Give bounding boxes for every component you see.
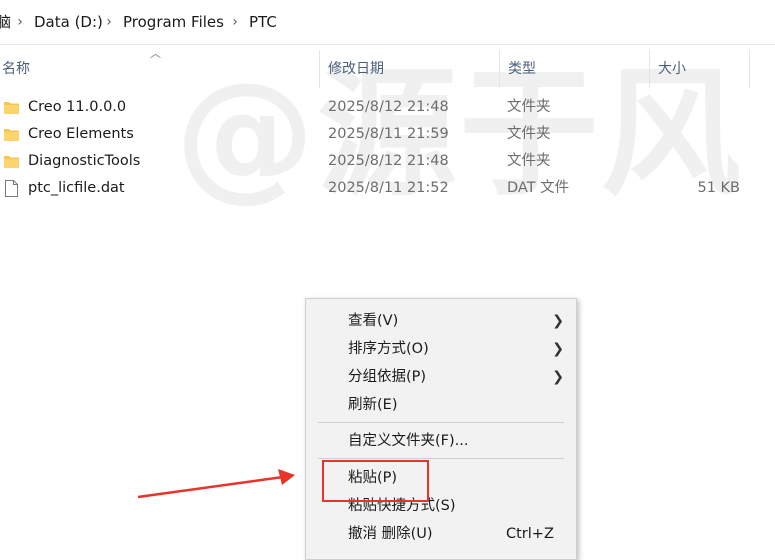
column-header-type[interactable]: 类型 <box>506 50 648 88</box>
column-divider[interactable] <box>749 50 750 88</box>
file-row[interactable]: Creo 11.0.0.0 2025/8/12 21:48 文件夹 <box>0 94 775 121</box>
folder-icon <box>4 129 19 141</box>
file-size <box>650 148 740 175</box>
file-row[interactable]: Creo Elements 2025/8/11 21:59 文件夹 <box>0 121 775 148</box>
menu-item-undo-delete[interactable]: 撤消 删除(U) Ctrl+Z <box>306 520 576 548</box>
chevron-right-icon: ❯ <box>552 313 564 329</box>
menu-item-sort-by[interactable]: 排序方式(O) ❯ <box>306 335 576 363</box>
menu-separator <box>318 422 564 423</box>
file-icon <box>5 180 18 197</box>
menu-item-label: 撤消 删除(U) <box>348 526 433 542</box>
breadcrumb-ptc[interactable]: PTC <box>249 12 277 32</box>
file-type: 文件夹 <box>507 126 551 142</box>
menu-item-group-by[interactable]: 分组依据(P) ❯ <box>306 363 576 391</box>
breadcrumb-program-files[interactable]: Program Files <box>123 12 224 32</box>
menu-item-refresh[interactable]: 刷新(E) <box>306 391 576 419</box>
file-modified: 2025/8/12 21:48 <box>328 99 449 115</box>
folder-icon <box>4 102 19 114</box>
file-size <box>650 121 740 148</box>
file-name[interactable]: Creo Elements <box>28 121 134 148</box>
column-header-size[interactable]: 大小 <box>656 50 748 88</box>
column-header-name[interactable]: 名称 <box>0 50 317 88</box>
column-divider[interactable] <box>319 50 320 88</box>
menu-item-label: 自定义文件夹(F)... <box>348 433 469 449</box>
menu-item-view[interactable]: 查看(V) ❯ <box>306 307 576 335</box>
file-modified: 2025/8/12 21:48 <box>328 153 449 169</box>
file-type: 文件夹 <box>507 153 551 169</box>
column-divider[interactable] <box>499 50 500 88</box>
column-header-row: ︿ 名称 修改日期 类型 大小 <box>0 47 775 88</box>
column-header-modified[interactable]: 修改日期 <box>326 50 498 88</box>
chevron-right-icon: ❯ <box>552 341 564 357</box>
chevron-right-icon[interactable]: › <box>15 12 25 32</box>
chevron-right-icon[interactable]: › <box>104 12 114 32</box>
context-menu: 查看(V) ❯ 排序方式(O) ❯ 分组依据(P) ❯ 刷新(E) 自定义文件夹… <box>305 298 577 560</box>
file-type: DAT 文件 <box>507 180 570 196</box>
file-size: 51 KB <box>697 180 740 196</box>
menu-item-label: 查看(V) <box>348 313 399 329</box>
menu-item-label: 刷新(E) <box>348 397 398 413</box>
menu-separator <box>318 458 564 459</box>
file-name[interactable]: DiagnosticTools <box>28 148 140 175</box>
file-name[interactable]: ptc_licfile.dat <box>28 175 125 202</box>
chevron-right-icon[interactable]: › <box>230 12 240 32</box>
file-row[interactable]: ptc_licfile.dat 2025/8/11 21:52 DAT 文件 5… <box>0 175 775 202</box>
file-modified: 2025/8/11 21:59 <box>328 126 449 142</box>
menu-item-customize-folder[interactable]: 自定义文件夹(F)... <box>306 427 576 455</box>
address-bar[interactable]: 脑 › Data (D:) › Program Files › PTC <box>0 0 775 45</box>
file-type: 文件夹 <box>507 99 551 115</box>
menu-item-label: 排序方式(O) <box>348 341 429 357</box>
file-modified: 2025/8/11 21:52 <box>328 180 449 196</box>
menu-item-shortcut: Ctrl+Z <box>506 526 554 542</box>
file-size <box>650 94 740 121</box>
breadcrumb-data-drive[interactable]: Data (D:) <box>34 12 103 32</box>
breadcrumb-root-partial[interactable]: 脑 <box>0 12 11 32</box>
column-divider[interactable] <box>649 50 650 88</box>
file-row[interactable]: DiagnosticTools 2025/8/12 21:48 文件夹 <box>0 148 775 175</box>
annotation-arrow-icon <box>137 469 295 499</box>
menu-item-label: 分组依据(P) <box>348 369 427 385</box>
file-name[interactable]: Creo 11.0.0.0 <box>28 94 126 121</box>
annotation-highlight-box <box>322 460 429 502</box>
folder-icon <box>4 156 19 168</box>
chevron-right-icon: ❯ <box>552 369 564 385</box>
